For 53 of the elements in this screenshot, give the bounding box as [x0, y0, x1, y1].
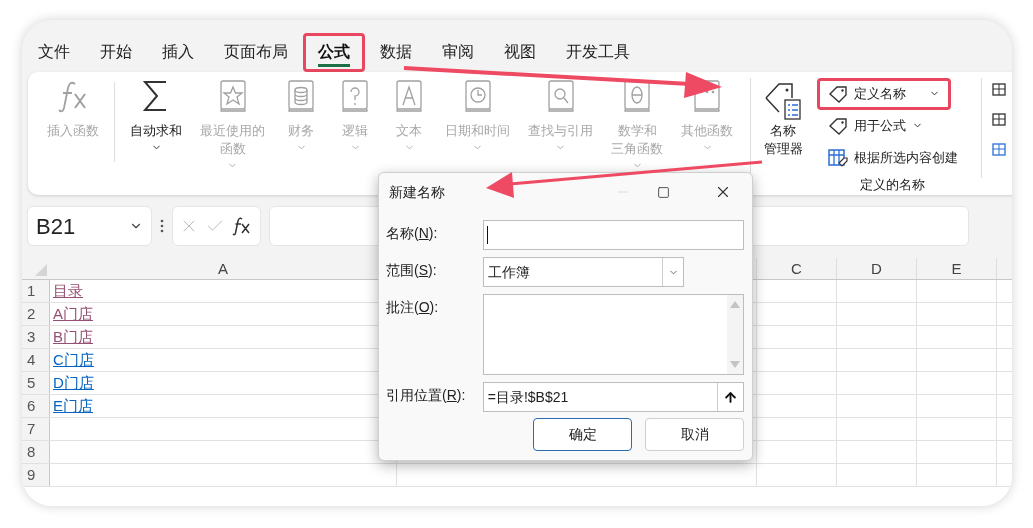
column-header[interactable]: E [949, 258, 964, 279]
dialog-button[interactable]: 取消 [645, 418, 744, 451]
column-header[interactable]: D [869, 258, 884, 279]
cell-link[interactable]: 目录 [53, 282, 83, 299]
row-number: 6 [22, 395, 50, 417]
row-number: 7 [22, 418, 50, 440]
scope-dropdown[interactable]: 工作簿 [483, 257, 684, 287]
cell-link[interactable]: E门店 [53, 397, 93, 414]
column-header[interactable]: A [216, 258, 230, 279]
ribbon-tab[interactable]: 数据 [365, 33, 427, 72]
name-command-button[interactable]: 根据所选内容创建 [817, 141, 977, 174]
more-icon[interactable] [160, 219, 164, 233]
tag-icon [828, 84, 848, 103]
ribbon-button[interactable]: 自动求和 [121, 78, 191, 174]
maximize-icon[interactable] [657, 185, 670, 199]
row-number: 8 [22, 441, 50, 463]
reference-input[interactable]: =目录!$B$21 [482, 382, 744, 412]
cell-link[interactable]: C门店 [53, 351, 94, 368]
name-command-button[interactable]: 用于公式 [817, 109, 977, 142]
name-input[interactable] [482, 220, 744, 250]
row-number: 9 [22, 464, 50, 486]
ribbon-tool-icon[interactable] [992, 142, 1006, 158]
row-number: 1 [22, 280, 50, 302]
ribbon-tab[interactable]: 视图 [489, 33, 551, 72]
row-number: 2 [22, 303, 50, 325]
field-label: 批注(O): [385, 298, 440, 317]
column-header[interactable]: C [789, 258, 804, 279]
ribbon-tool-icon[interactable] [992, 82, 1006, 98]
table-tag-icon [828, 148, 848, 167]
field-label: 范围(S): [385, 261, 438, 280]
field-label: 引用位置(R): [385, 386, 467, 405]
name-manager-button[interactable]: 名称 管理器 [759, 78, 807, 195]
cell-link[interactable]: D门店 [53, 374, 94, 391]
tag-function-icon [828, 116, 848, 135]
ribbon-tab[interactable]: 页面布局 [209, 33, 303, 72]
ribbon-tab[interactable]: 开始 [85, 33, 147, 72]
function-icon[interactable] [231, 216, 253, 236]
row-number: 5 [22, 372, 50, 394]
dialog-button[interactable]: 确定 [533, 418, 632, 451]
ribbon-tab[interactable]: 文件 [23, 33, 85, 72]
name-command-button[interactable]: 定义名称 [817, 78, 951, 110]
field-label: 名称(N): [385, 224, 439, 243]
row-number: 3 [22, 326, 50, 348]
ribbon-tool-icon[interactable] [992, 112, 1006, 128]
dialog-title: 新建名称 [389, 182, 446, 202]
ribbon-tab[interactable]: 插入 [147, 33, 209, 72]
ribbon-tab[interactable]: 开发工具 [551, 33, 645, 72]
row-number: 4 [22, 349, 50, 371]
group-label: 定义的名称 [858, 176, 926, 195]
name-box[interactable]: B21 [27, 206, 152, 246]
ribbon-tab[interactable]: 审阅 [427, 33, 489, 72]
cell-link[interactable]: B门店 [53, 328, 93, 345]
cell-link[interactable]: A门店 [53, 305, 93, 322]
